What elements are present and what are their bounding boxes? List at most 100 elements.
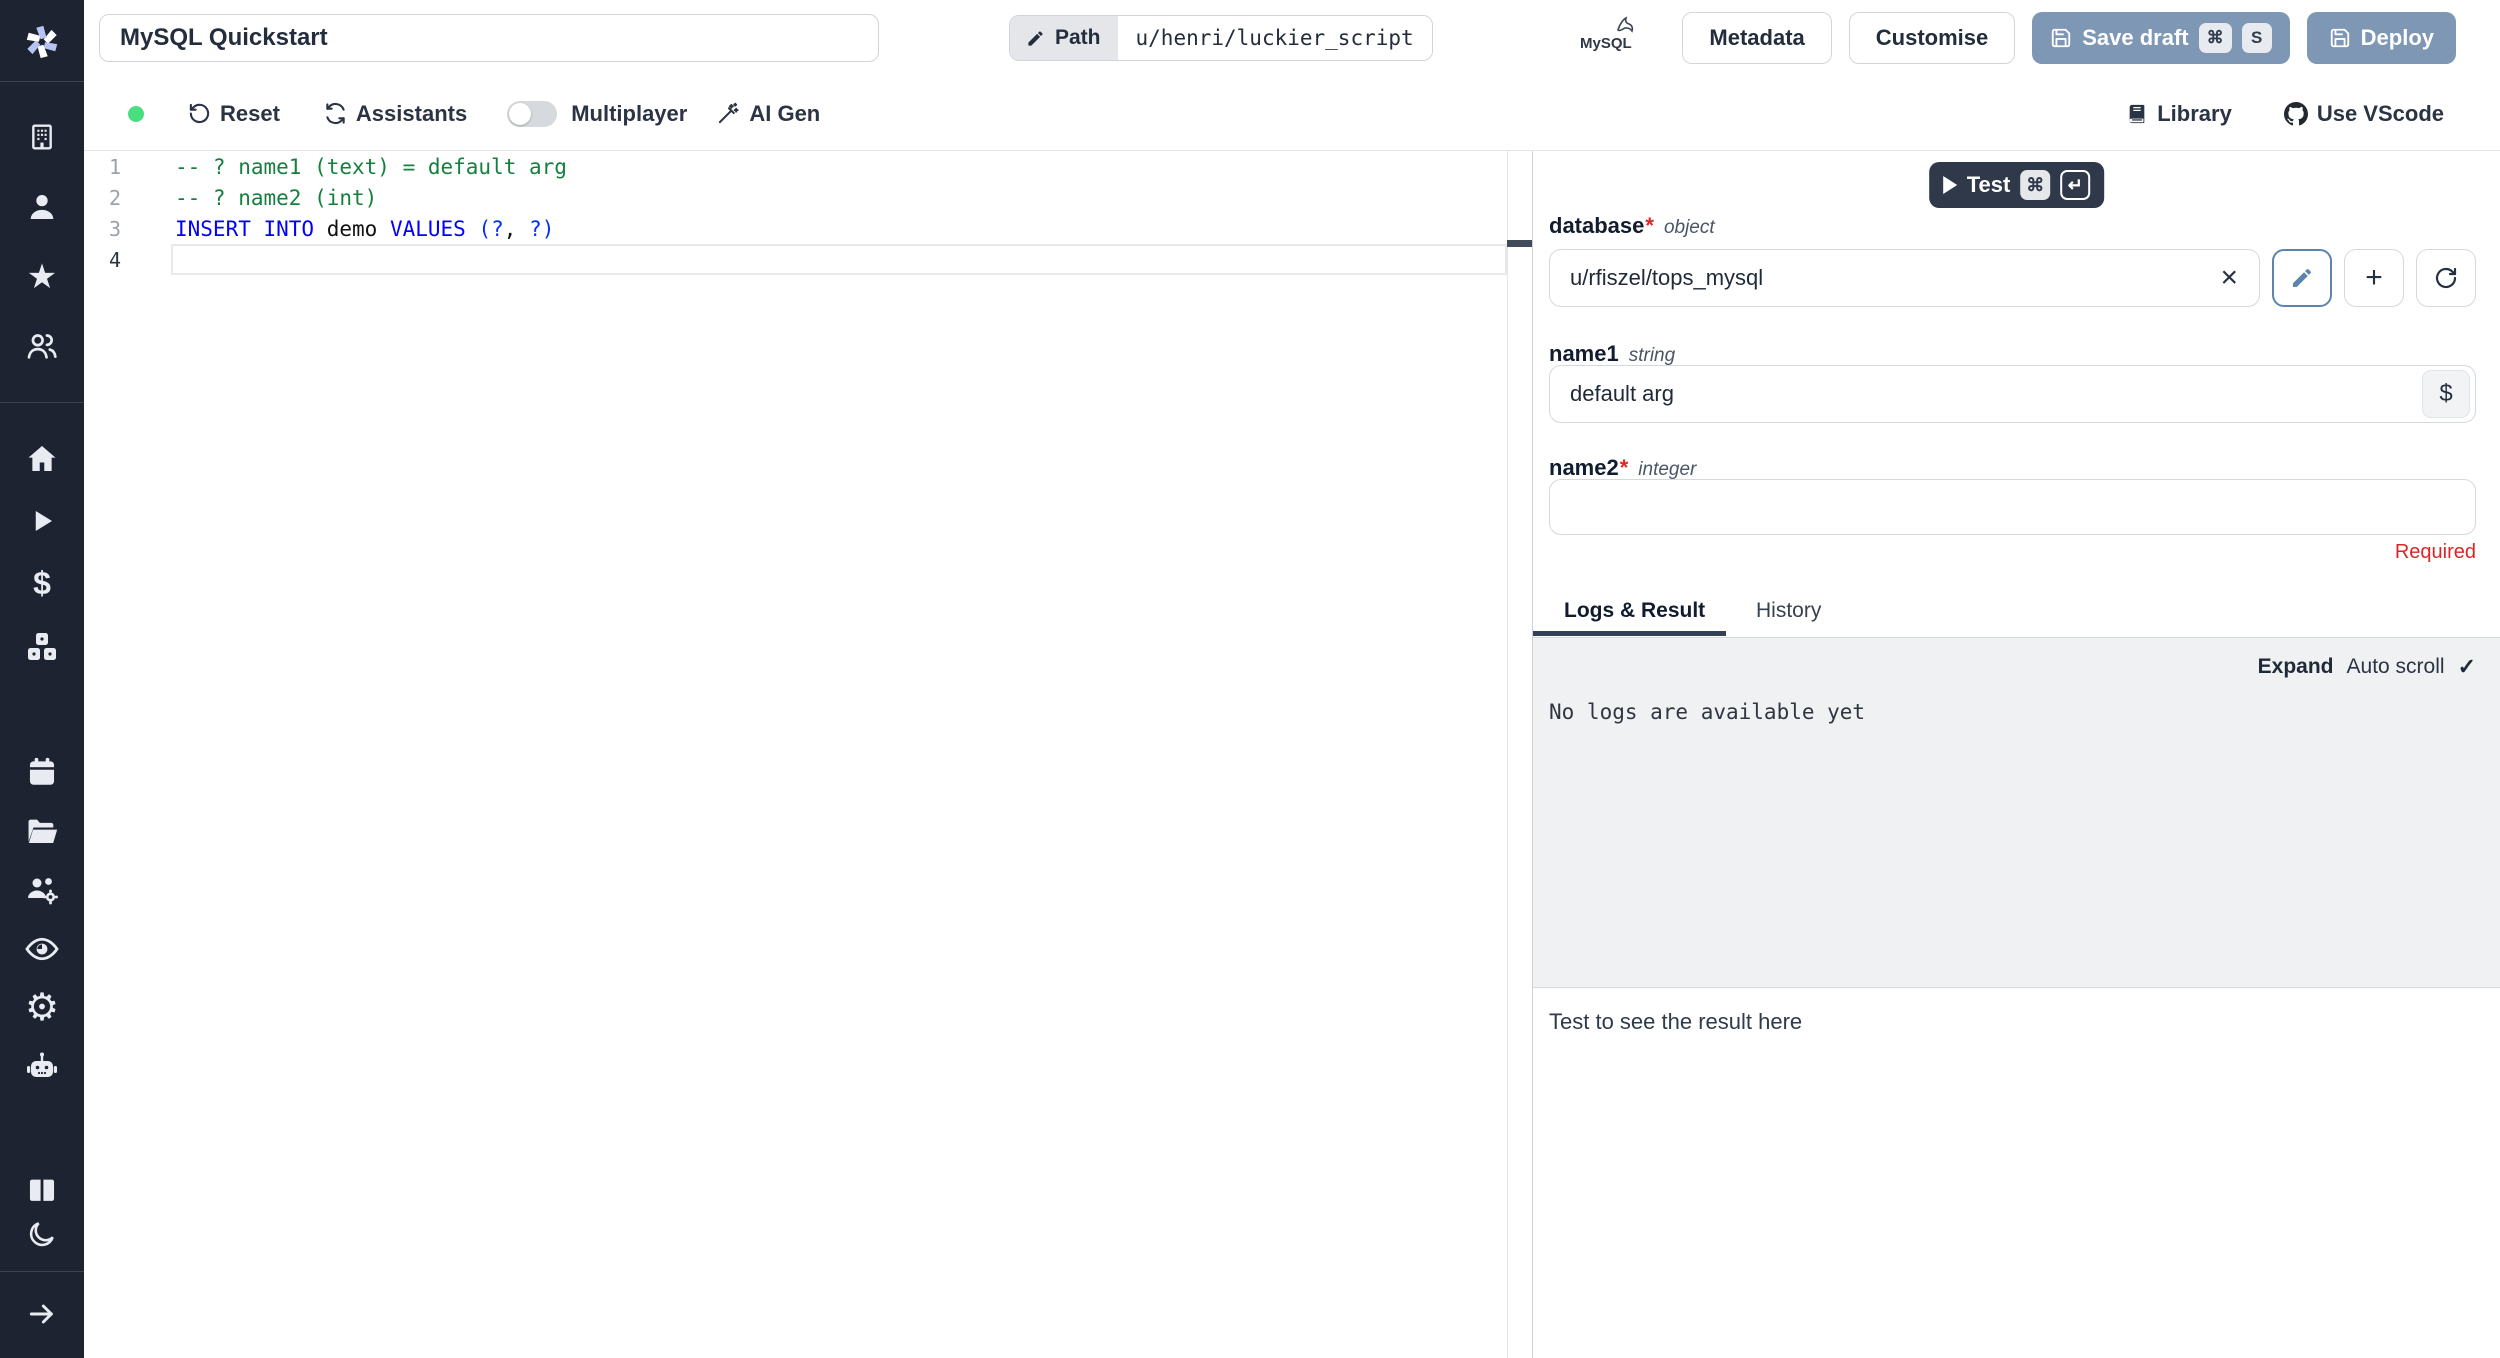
path-selector[interactable]: Path u/henri/luckier_script	[1009, 15, 1433, 61]
rotate-ccw-icon	[189, 103, 210, 124]
refresh-resource-button[interactable]	[2416, 249, 2476, 307]
sidebar-item-favorites[interactable]: ★	[23, 258, 61, 296]
required-marker: *	[1619, 455, 1629, 480]
sidebar-divider	[0, 81, 84, 82]
name1-input[interactable]	[1549, 365, 2476, 423]
sidebar-divider	[0, 402, 84, 403]
editor-toolbar: Reset Assistants Multiplayer AI Gen Libr…	[84, 77, 2500, 151]
script-title-input[interactable]	[99, 14, 879, 62]
sidebar-item-collapse[interactable]	[23, 1295, 61, 1333]
name2-input[interactable]	[1549, 479, 2476, 535]
book-open-icon	[29, 1179, 55, 1201]
expand-button[interactable]: Expand	[2258, 655, 2334, 679]
sidebar-item-runs[interactable]	[23, 502, 61, 540]
variable-picker-button[interactable]: $	[2422, 370, 2470, 418]
line-number-active: 4	[108, 247, 121, 272]
ai-gen-button[interactable]: AI Gen	[717, 101, 820, 127]
windmill-logo-icon	[26, 25, 58, 59]
person-icon	[30, 194, 54, 220]
sidebar-item-workspace[interactable]	[23, 118, 61, 156]
rotate-cw-icon	[2435, 267, 2457, 289]
code-text: -- ? name2 (int)	[175, 185, 378, 210]
metadata-button[interactable]: Metadata	[1682, 12, 1832, 64]
save-icon	[2052, 28, 2071, 48]
play-icon	[1942, 176, 1957, 194]
cubes-icon	[28, 633, 56, 660]
multiplayer-toggle[interactable]	[507, 100, 558, 127]
tab-logs-result[interactable]: Logs & Result	[1564, 599, 1705, 623]
logs-controls: Expand Auto scroll ✓	[2258, 654, 2476, 680]
tab-history[interactable]: History	[1756, 599, 1821, 623]
code-line: 3 INSERT INTO demo VALUES (?, ?)	[84, 213, 1532, 244]
sidebar-item-workers[interactable]	[23, 871, 61, 909]
use-vscode-label: Use VScode	[2316, 100, 2444, 126]
mysql-logo: MySQL	[1562, 14, 1648, 64]
name2-field-label: name2* integer	[1549, 455, 1697, 480]
deploy-button[interactable]: Deploy	[2306, 12, 2456, 64]
code-text: -- ? name1 (text) = default arg	[175, 154, 567, 179]
enter-key-badge: ↵	[2060, 170, 2091, 200]
database-input[interactable]	[1549, 249, 2260, 307]
line-number: 3	[108, 216, 121, 241]
sidebar-item-ai[interactable]	[23, 1049, 61, 1087]
sidebar-item-user[interactable]	[23, 188, 61, 226]
sidebar-item-folders[interactable]	[23, 812, 61, 850]
windmill-logo[interactable]	[23, 23, 61, 61]
assistants-label: Assistants	[355, 100, 468, 126]
sidebar-item-resources[interactable]	[23, 628, 61, 666]
reset-button[interactable]: Reset	[188, 101, 280, 127]
save-draft-button[interactable]: Save draft ⌘ S	[2032, 12, 2290, 64]
sidebar-item-audit-logs[interactable]	[23, 930, 61, 968]
eye-icon	[25, 937, 59, 961]
gear-icon: ⚙	[24, 987, 60, 1029]
path-value[interactable]: u/henri/luckier_script	[1116, 16, 1432, 60]
test-button[interactable]: Test ⌘ ↵	[1928, 162, 2105, 208]
sidebar-item-docs[interactable]	[23, 1172, 61, 1210]
plus-icon: +	[2365, 261, 2383, 294]
play-icon	[35, 511, 52, 531]
refresh-cw-icon	[326, 103, 345, 124]
sidebar-item-schedules[interactable]	[23, 753, 61, 791]
path-label: Path	[1055, 26, 1101, 49]
path-segment[interactable]: Path	[1010, 16, 1117, 60]
multiplayer-label: Multiplayer	[571, 100, 688, 126]
sidebar-item-home[interactable]	[23, 440, 61, 478]
pane-splitter-handle[interactable]	[1507, 240, 1532, 247]
customise-label: Customise	[1875, 25, 1989, 50]
status-dot	[128, 105, 144, 122]
library-button[interactable]: Library	[2126, 101, 2232, 127]
test-label: Test	[1966, 172, 2011, 197]
autoscroll-checkbox[interactable]: ✓	[2458, 654, 2476, 680]
customise-button[interactable]: Customise	[1848, 12, 2016, 64]
deploy-label: Deploy	[2360, 25, 2434, 50]
field-type: object	[1663, 217, 1715, 238]
calendar-icon	[29, 757, 55, 785]
database-field-label: database* object	[1549, 213, 1715, 238]
sidebar-item-dark-mode[interactable]	[23, 1215, 61, 1253]
sidebar-divider	[0, 1271, 84, 1272]
code-text: INSERT INTO demo VALUES (?, ?)	[175, 216, 555, 241]
line-number: 1	[108, 154, 121, 179]
library-label: Library	[2157, 100, 2232, 126]
save-icon	[2330, 28, 2349, 48]
dollar-icon: $	[2439, 380, 2453, 407]
field-type: string	[1628, 345, 1676, 366]
sidebar-item-groups[interactable]	[23, 327, 61, 365]
assistants-button[interactable]: Assistants	[324, 101, 467, 127]
toggle-knob	[509, 102, 532, 125]
folder-open-icon	[28, 819, 58, 844]
use-vscode-button[interactable]: Use VScode	[2283, 100, 2444, 127]
users-icon	[27, 334, 57, 359]
add-resource-button[interactable]: +	[2344, 249, 2404, 307]
name1-field-row: $	[1549, 365, 2476, 423]
run-panel: Test ⌘ ↵ database* object × +	[1532, 151, 2500, 1358]
logs-panel: Expand Auto scroll ✓ No logs are availab…	[1533, 638, 2500, 988]
clear-icon[interactable]: ×	[2220, 263, 2238, 293]
svg-text:MySQL: MySQL	[1580, 35, 1632, 52]
autoscroll-label[interactable]: Auto scroll	[2347, 655, 2445, 679]
code-editor[interactable]: 1 -- ? name1 (text) = default arg 2 -- ?…	[84, 151, 1532, 1358]
save-draft-label: Save draft	[2082, 25, 2189, 50]
sidebar-item-settings[interactable]: ⚙	[23, 989, 61, 1027]
edit-resource-button[interactable]	[2272, 249, 2332, 307]
sidebar-item-variables[interactable]: $	[23, 564, 61, 602]
